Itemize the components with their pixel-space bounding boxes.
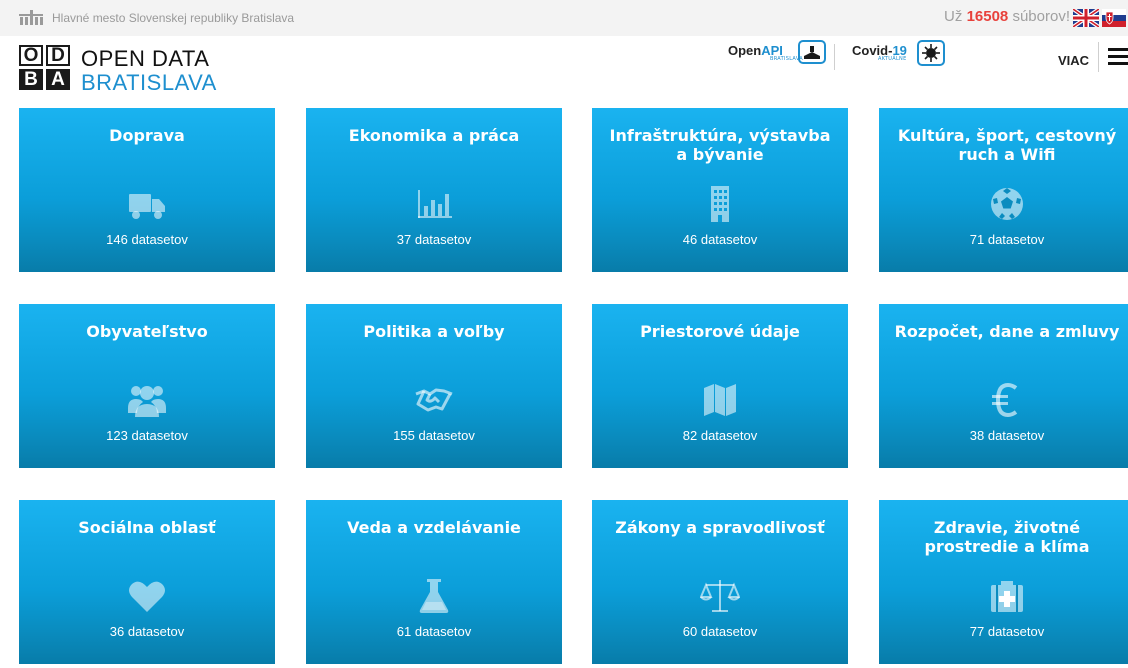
category-title: Zdravie, životné prostredie a klíma — [924, 518, 1090, 556]
category-tile-priestorove[interactable]: Priestorové údaje 82 datasetov — [592, 304, 848, 468]
category-tile-veda[interactable]: Veda a vzdelávanie 61 datasetov — [306, 500, 562, 664]
openapi-icon — [798, 40, 826, 64]
top-bar: Hlavné mesto Slovenskej republiky Bratis… — [0, 0, 1128, 36]
dataset-count: 60 datasetov — [682, 624, 758, 639]
category-tile-socialna[interactable]: Sociálna oblasť 36 datasetov — [19, 500, 275, 664]
logo-title-bratislava[interactable]: BRATISLAVA — [81, 70, 217, 96]
dataset-count: 46 datasetov — [682, 232, 758, 247]
logo-letter-o: O — [19, 45, 43, 66]
heart-icon — [129, 581, 165, 612]
files-counter: Už 16508 súborov! — [944, 8, 1070, 25]
dataset-count: 36 datasetov — [109, 624, 185, 639]
euro-icon — [992, 382, 1018, 418]
category-title: Kultúra, šport, cestovný ruch a Wifi — [897, 126, 1117, 164]
menu-divider — [1098, 42, 1099, 72]
users-icon — [128, 386, 166, 417]
category-tile-ekonomika[interactable]: Ekonomika a práca 37 datasetov — [306, 108, 562, 272]
category-title: Veda a vzdelávanie — [347, 518, 521, 537]
files-count: 16508 — [966, 8, 1009, 25]
more-menu-label[interactable]: VIAC — [1058, 53, 1089, 68]
logo-title-open-data[interactable]: OPEN DATA — [81, 46, 209, 72]
category-tile-doprava[interactable]: Doprava 146 datasetov — [19, 108, 275, 272]
uk-flag-icon[interactable] — [1073, 9, 1099, 27]
sk-flag-icon[interactable] — [1102, 9, 1126, 27]
category-tile-rozpocet[interactable]: Rozpočet, dane a zmluvy 38 datasetov — [879, 304, 1128, 468]
dataset-count: 82 datasetov — [682, 428, 758, 443]
category-title: Politika a voľby — [363, 322, 505, 341]
scales-icon — [700, 580, 740, 612]
category-tile-zakony[interactable]: Zákony a spravodlivosť 60 datasetov — [592, 500, 848, 664]
dataset-count: 71 datasetov — [969, 232, 1045, 247]
dataset-count: 155 datasetov — [393, 428, 475, 443]
flask-icon — [419, 579, 449, 613]
category-title: Infraštruktúra, výstavba a bývanie — [609, 126, 831, 164]
logo-letter-d: D — [46, 45, 70, 66]
category-tile-politika[interactable]: Politika a voľby 155 datasetov — [306, 304, 562, 468]
category-tile-obyvatelstvo[interactable]: Obyvateľstvo 123 datasetov — [19, 304, 275, 468]
files-suffix: súborov! — [1012, 8, 1070, 25]
city-skyline-icon — [19, 10, 43, 25]
site-header: O D B A OPEN DATA BRATISLAVA OpenAPI BRA… — [0, 36, 1128, 106]
category-tile-kultura[interactable]: Kultúra, šport, cestovný ruch a Wifi 71 … — [879, 108, 1128, 272]
category-title: Doprava — [109, 126, 185, 145]
openapi-main: Open — [728, 43, 762, 58]
truck-icon — [129, 194, 165, 219]
virus-icon — [917, 40, 945, 66]
covid-sub: AKTUÁLNE — [878, 56, 907, 62]
category-title: Obyvateľstvo — [86, 322, 208, 341]
soccer-ball-icon — [991, 188, 1023, 220]
dataset-count: 123 datasetov — [106, 428, 188, 443]
covid-link[interactable]: Covid-19 AKTUÁLNE — [852, 40, 945, 70]
files-prefix: Už — [944, 8, 963, 25]
dataset-count: 77 datasetov — [969, 624, 1045, 639]
bar-chart-icon — [418, 190, 452, 218]
category-title: Zákony a spravodlivosť — [615, 518, 825, 537]
handshake-icon — [415, 388, 453, 412]
hamburger-menu-icon[interactable] — [1108, 48, 1128, 66]
map-icon — [704, 384, 736, 416]
city-name-link[interactable]: Hlavné mesto Slovenskej republiky Bratis… — [52, 11, 294, 25]
category-tile-zdravie[interactable]: Zdravie, životné prostredie a klíma 77 d… — [879, 500, 1128, 664]
dataset-count: 38 datasetov — [969, 428, 1045, 443]
category-tile-infrastruktura[interactable]: Infraštruktúra, výstavba a bývanie 46 da… — [592, 108, 848, 272]
building-icon — [711, 186, 729, 222]
odba-logo[interactable]: O D B A — [19, 45, 73, 93]
dataset-count: 37 datasetov — [396, 232, 472, 247]
medkit-icon — [991, 581, 1023, 612]
header-divider — [834, 44, 835, 70]
logo-letter-b: B — [19, 69, 43, 90]
category-title: Sociálna oblasť — [78, 518, 216, 537]
category-title: Rozpočet, dane a zmluvy — [894, 322, 1120, 341]
category-title: Priestorové údaje — [640, 322, 800, 341]
category-title: Ekonomika a práca — [348, 126, 520, 145]
logo-letter-a: A — [46, 69, 70, 90]
dataset-count: 146 datasetov — [106, 232, 188, 247]
openapi-link[interactable]: OpenAPI BRATISLAVA — [728, 40, 826, 70]
dataset-count: 61 datasetov — [396, 624, 472, 639]
